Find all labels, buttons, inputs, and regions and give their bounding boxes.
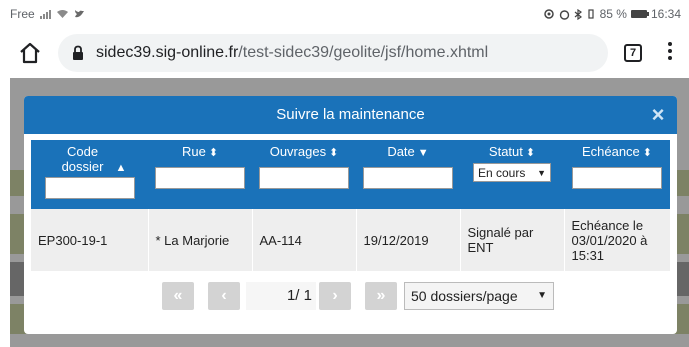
pagination: « ‹ 1/ 1 › » 50 dossiers/page ▼ <box>24 280 677 312</box>
dialog-titlebar: Suivre la maintenance × <box>24 96 677 134</box>
maintenance-dialog: Suivre la maintenance × Code dossier ▲︎ R… <box>24 96 677 334</box>
address-bar[interactable]: sidec39.sig-online.fr/test-sidec39/geoli… <box>58 34 608 72</box>
browser-toolbar: sidec39.sig-online.fr/test-sidec39/geoli… <box>0 28 689 78</box>
lock-icon <box>73 45 83 60</box>
sort-updown-icon[interactable]: ▲︎ <box>116 162 127 174</box>
column-label: Ouvrages <box>269 144 327 159</box>
sort-updown-icon[interactable]: ⬍ <box>526 147 535 159</box>
column-header-date[interactable]: Date ▼ <box>356 140 460 209</box>
sort-updown-icon[interactable]: ⬍ <box>209 147 218 159</box>
table-header-row: Code dossier ▲︎ Rue ⬍ Ouvrages ⬍ Date ▼ Stat… <box>31 140 670 209</box>
column-header-statut[interactable]: Statut ⬍ En cours ▼ <box>460 140 564 209</box>
cell-date: 19/12/2019 <box>356 209 461 271</box>
filter-code-input[interactable] <box>44 177 135 199</box>
cell-echeance: Echéance le 03/01/2020 à 15:31 <box>564 209 670 271</box>
cell-statut: Signalé par ENT <box>460 209 565 271</box>
next-page-button[interactable]: › <box>319 282 351 310</box>
url-path: /test-sidec39/geolite/jsf/home.xhtml <box>238 44 489 61</box>
filter-rue-input[interactable] <box>155 167 245 189</box>
column-label: Echéance <box>581 144 640 159</box>
column-label: Rue <box>181 144 206 159</box>
last-page-button[interactable]: » <box>365 282 397 310</box>
status-bar-right: 85 % 16:34 <box>543 7 681 21</box>
cell-code: EP300-19-1 <box>31 209 149 271</box>
home-icon[interactable] <box>17 40 43 66</box>
select-value: En cours <box>478 165 526 180</box>
table-row[interactable]: EP300-19-1 * La Marjorie AA-114 19/12/20… <box>31 209 670 271</box>
vibrate-icon <box>588 9 594 19</box>
maintenance-table: Code dossier ▲︎ Rue ⬍ Ouvrages ⬍ Date ▼ Stat… <box>31 140 670 271</box>
bluetooth-icon <box>574 8 582 20</box>
cell-rue: * La Marjorie <box>148 209 253 271</box>
column-label: Statut <box>488 144 523 159</box>
battery-icon <box>630 10 649 18</box>
battery-percent: 85 % <box>599 7 627 21</box>
first-page-button[interactable]: « <box>162 282 194 310</box>
page-indicator: 1/ 1 <box>246 282 316 310</box>
column-header-ouvrages[interactable]: Ouvrages ⬍ <box>252 140 356 209</box>
chevron-down-icon: ▼ <box>537 290 547 301</box>
page-size-select[interactable]: 50 dossiers/page ▼ <box>404 282 554 310</box>
column-label: Code dossier <box>61 144 104 174</box>
browser-menu-icon[interactable] <box>664 42 676 64</box>
prev-page-button[interactable]: ‹ <box>208 282 240 310</box>
alarm-icon <box>559 9 569 20</box>
filter-statut-select[interactable]: En cours ▼ <box>473 163 551 182</box>
column-label: Date <box>387 144 415 159</box>
filter-echeance-input[interactable] <box>572 167 662 189</box>
carrier-name: Free <box>10 7 35 21</box>
column-header-code[interactable]: Code dossier ▲︎ <box>31 140 148 209</box>
filter-ouvrages-input[interactable] <box>259 167 349 189</box>
close-icon[interactable]: × <box>649 104 667 126</box>
wifi-icon <box>56 10 68 18</box>
sort-down-icon[interactable]: ▼ <box>418 147 429 159</box>
dialog-title: Suivre la maintenance <box>276 106 425 123</box>
page-size-value: 50 dossiers/page <box>411 288 518 304</box>
twitter-icon <box>74 10 84 18</box>
chevron-down-icon: ▼ <box>537 167 546 178</box>
sort-updown-icon[interactable]: ⬍ <box>329 147 338 159</box>
status-bar-left: Free <box>10 7 85 21</box>
sort-updown-icon[interactable]: ⬍ <box>643 147 652 159</box>
column-header-rue[interactable]: Rue ⬍ <box>148 140 252 209</box>
signal-icon <box>39 9 51 19</box>
tab-switcher-button[interactable]: 7 <box>624 44 642 62</box>
clock: 16:34 <box>650 7 681 21</box>
eye-icon <box>543 9 554 19</box>
status-bar: Free 85 % 16:34 <box>0 0 689 28</box>
filter-date-input[interactable] <box>363 167 453 189</box>
cell-ouvrages: AA-114 <box>252 209 357 271</box>
column-header-echeance[interactable]: Echéance ⬍ <box>564 140 670 209</box>
url-host: sidec39.sig-online.fr <box>96 44 239 61</box>
